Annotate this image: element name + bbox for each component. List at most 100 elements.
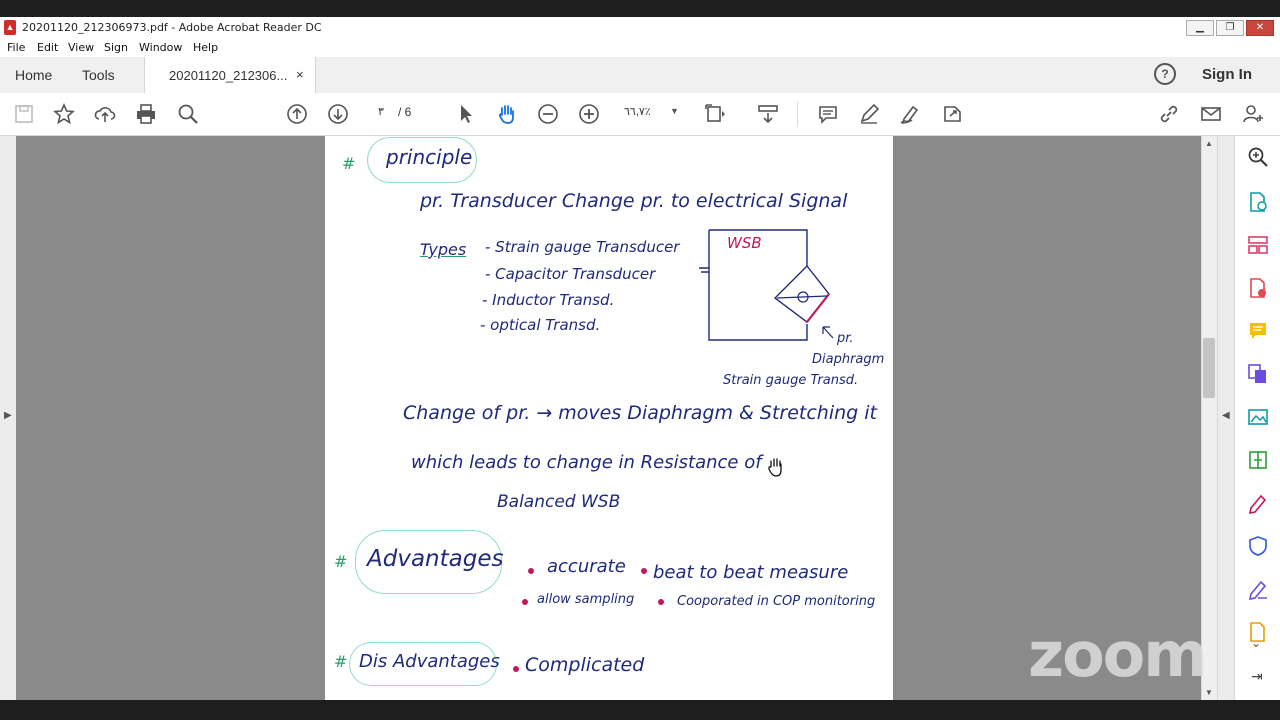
help-icon[interactable]: ? bbox=[1154, 63, 1176, 85]
restore-button[interactable]: ❐ bbox=[1216, 20, 1244, 36]
tab-tools[interactable]: Tools bbox=[82, 67, 115, 83]
upload-cloud-icon[interactable] bbox=[94, 103, 116, 125]
menu-bar: File Edit View Sign Window Help bbox=[0, 39, 1280, 57]
current-page-field[interactable]: ٣ bbox=[368, 105, 394, 123]
bullet-dot bbox=[528, 568, 534, 574]
diagram-wsb-label: WSB bbox=[727, 234, 762, 252]
menu-sign[interactable]: Sign bbox=[104, 41, 128, 54]
line-change: Change of pr. → moves Diaphragm & Stretc… bbox=[403, 402, 877, 424]
pdf-icon: ▲ bbox=[4, 20, 16, 35]
line-balanced: Balanced WSB bbox=[497, 492, 621, 512]
find-zoom-icon[interactable] bbox=[177, 103, 199, 125]
pdf-page: # principle pr. Transducer Change pr. to… bbox=[325, 136, 893, 700]
scroll-down-icon[interactable]: ▼ bbox=[1205, 688, 1213, 697]
tools-pane: ⌄ ⇥ bbox=[1234, 136, 1280, 700]
line-transducer: pr. Transducer Change pr. to electrical … bbox=[420, 190, 848, 212]
hash-mark: # bbox=[334, 652, 348, 671]
close-tab-icon[interactable]: × bbox=[296, 67, 304, 82]
add-user-icon[interactable] bbox=[1242, 103, 1264, 125]
bullet-dot bbox=[658, 599, 664, 605]
export-pdf-icon[interactable] bbox=[1247, 191, 1269, 213]
fill-sign-icon[interactable] bbox=[1247, 492, 1269, 515]
vertical-scrollbar[interactable] bbox=[1201, 136, 1218, 700]
type-item: - Strain gauge Transducer bbox=[485, 238, 680, 256]
scroll-up-icon[interactable]: ▲ bbox=[1205, 139, 1213, 148]
menu-edit[interactable]: Edit bbox=[37, 41, 58, 54]
types-label: Types bbox=[420, 240, 467, 259]
hand-pan-icon[interactable] bbox=[496, 103, 518, 125]
comment-icon[interactable] bbox=[817, 103, 839, 125]
close-window-button[interactable]: ✕ bbox=[1246, 20, 1274, 36]
link-icon[interactable] bbox=[1158, 103, 1180, 125]
create-pdf-icon[interactable] bbox=[1247, 277, 1269, 299]
heading-disadvantages: Dis Advantages bbox=[359, 651, 500, 672]
document-tab-label: 20201120_212306... bbox=[169, 68, 288, 83]
diagram-diaphragm-label: Diaphragm bbox=[812, 352, 885, 367]
page-down-icon[interactable] bbox=[327, 103, 349, 125]
tab-home[interactable]: Home bbox=[15, 67, 52, 83]
mail-icon[interactable] bbox=[1200, 103, 1222, 125]
expand-left-icon[interactable]: ▶ bbox=[4, 410, 12, 421]
share-edit-icon[interactable] bbox=[941, 103, 963, 125]
page-up-icon[interactable] bbox=[286, 103, 308, 125]
zoom-dropdown-icon[interactable]: ▼ bbox=[670, 106, 679, 116]
collapse-pane-icon[interactable]: ⇥ bbox=[1251, 668, 1263, 685]
advantage-item: beat to beat measure bbox=[653, 562, 849, 583]
wheatstone-bridge-diagram bbox=[699, 229, 834, 341]
advantage-item: Cooporated in COP monitoring bbox=[677, 594, 876, 609]
diagram-pr-label: pr. bbox=[837, 331, 854, 346]
advantage-item: accurate bbox=[547, 556, 626, 577]
zoom-search-icon[interactable] bbox=[1247, 146, 1269, 168]
compress-icon[interactable] bbox=[1247, 449, 1269, 471]
scroll-mode-icon[interactable] bbox=[757, 103, 779, 125]
bullet-dot bbox=[522, 599, 528, 605]
scrollbar-thumb[interactable] bbox=[1203, 338, 1215, 398]
select-cursor-icon[interactable] bbox=[455, 103, 477, 125]
window-titlebar: ▲ 20201120_212306973.pdf - Adobe Acrobat… bbox=[0, 17, 1280, 40]
protect-icon[interactable] bbox=[1247, 535, 1269, 557]
print-icon[interactable] bbox=[135, 103, 157, 125]
fit-page-icon[interactable] bbox=[704, 103, 726, 125]
type-item: - optical Transd. bbox=[480, 316, 601, 334]
heading-advantages: Advantages bbox=[367, 546, 504, 572]
chevron-down-icon[interactable]: ⌄ bbox=[1251, 636, 1261, 650]
zoom-logo: zoom bbox=[1028, 618, 1208, 691]
collapse-right-icon[interactable]: ◀ bbox=[1222, 410, 1230, 421]
hand-cursor-icon bbox=[768, 458, 782, 477]
save-icon[interactable] bbox=[13, 103, 35, 125]
bullet-dot bbox=[641, 568, 647, 574]
type-item: - Capacitor Transducer bbox=[485, 265, 656, 283]
menu-file[interactable]: File bbox=[7, 41, 25, 54]
edit-pen-icon[interactable] bbox=[1247, 578, 1269, 601]
hash-mark: # bbox=[334, 552, 348, 571]
zoom-in-icon[interactable] bbox=[578, 103, 600, 125]
diagram-caption: Strain gauge Transd. bbox=[723, 373, 859, 388]
bullet-dot bbox=[513, 666, 519, 672]
sign-icon[interactable] bbox=[899, 103, 921, 125]
type-item: - Inductor Transd. bbox=[482, 291, 615, 309]
disadvantage-item: Complicated bbox=[525, 654, 645, 676]
main-toolbar: ٣ / 6 ٦٦,٧٪ ▼ bbox=[0, 93, 1280, 136]
sign-in-link[interactable]: Sign In bbox=[1202, 66, 1252, 83]
menu-help[interactable]: Help bbox=[193, 41, 218, 54]
export-image-icon[interactable] bbox=[1247, 406, 1269, 428]
bookmark-star-icon[interactable] bbox=[53, 102, 75, 125]
menu-window[interactable]: Window bbox=[139, 41, 182, 54]
page-total: / 6 bbox=[398, 105, 412, 119]
window-title: 20201120_212306973.pdf - Adobe Acrobat R… bbox=[22, 21, 322, 34]
tab-bar: Home Tools 20201120_212306... × ? Sign I… bbox=[0, 57, 1280, 94]
menu-view[interactable]: View bbox=[68, 41, 94, 54]
line-which: which leads to change in Resistance of bbox=[411, 452, 762, 473]
zoom-out-icon[interactable] bbox=[537, 103, 559, 125]
toolbar-divider bbox=[797, 101, 798, 127]
highlight-pen-icon[interactable] bbox=[858, 103, 880, 125]
comment-tool-icon[interactable] bbox=[1247, 320, 1269, 342]
combine-files-icon[interactable] bbox=[1247, 363, 1269, 385]
hash-mark: # bbox=[342, 154, 356, 173]
minimize-button[interactable]: ▁ bbox=[1186, 20, 1214, 36]
advantage-item: allow sampling bbox=[537, 592, 635, 607]
organize-pages-icon[interactable] bbox=[1247, 234, 1269, 256]
bottom-bar bbox=[0, 700, 1280, 720]
zoom-level-field[interactable]: ٦٦,٧٪ bbox=[624, 105, 651, 118]
tab-document[interactable]: 20201120_212306... × bbox=[144, 57, 316, 93]
